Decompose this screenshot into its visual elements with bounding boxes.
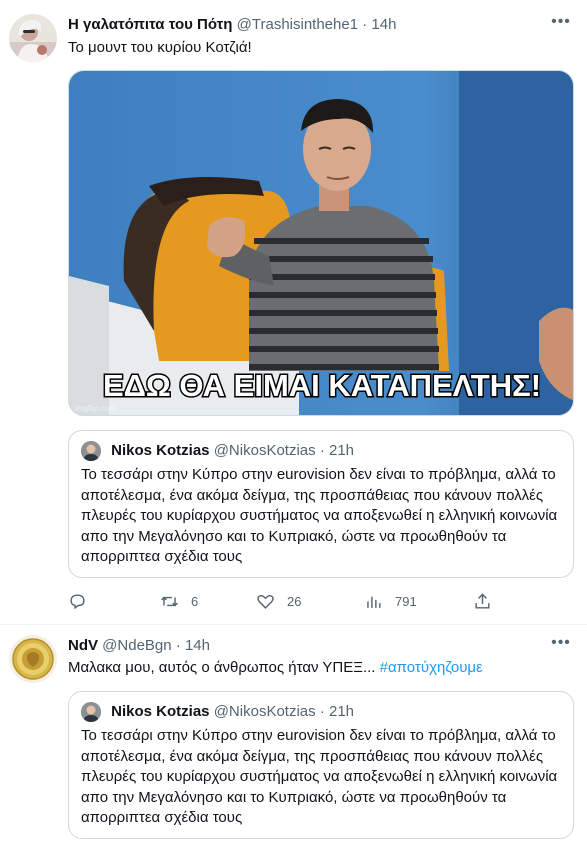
display-name[interactable]: Η γαλατόπιτα του Πότη — [68, 16, 232, 33]
quoted-tweet[interactable]: Nikos Kotzias @NikosKotzias · 21h Το τεσ… — [68, 430, 574, 578]
quoted-user-avatar — [81, 441, 101, 461]
separator-dot: · — [175, 637, 181, 654]
quoted-timestamp: 21h — [328, 442, 355, 459]
quoted-tweet[interactable]: Nikos Kotzias @NikosKotzias · 21h Το τεσ… — [68, 691, 574, 839]
tweet-header: NdV @NdeBgn · 14h — [68, 636, 210, 656]
tweet-actions: 6 26 791 — [68, 586, 518, 616]
separator-dot: · — [319, 442, 325, 459]
like-count: 26 — [287, 593, 302, 609]
timestamp[interactable]: 14h — [371, 16, 396, 33]
display-name[interactable]: NdV — [68, 637, 98, 654]
share-button[interactable] — [473, 586, 492, 616]
tweet-text: Μαλακα μου, αυτός ο άνθρωπος ήταν ΥΠΕΞ..… — [68, 658, 483, 678]
separator-dot: · — [362, 16, 368, 33]
tweet-header: Η γαλατόπιτα του Πότη @Trashisinthehe1 ·… — [68, 15, 396, 35]
tweet[interactable]: NdV @NdeBgn · 14h ••• Μαλακα μου, αυτός … — [0, 625, 587, 850]
quoted-user-avatar — [81, 702, 101, 722]
heart-icon — [257, 594, 274, 609]
more-horizontal-icon[interactable]: ••• — [551, 14, 571, 35]
quoted-display-name: Nikos Kotzias — [111, 703, 210, 720]
image-watermark: imgflip.com — [75, 404, 116, 413]
views-button[interactable]: 791 — [364, 586, 417, 616]
like-button[interactable]: 26 — [256, 586, 301, 616]
hashtag-link[interactable]: #αποτύχηζουμε — [380, 659, 483, 676]
retweet-icon — [161, 596, 178, 606]
share-icon — [475, 592, 490, 609]
quoted-display-name: Nikos Kotzias — [111, 442, 210, 459]
tweet-image[interactable]: ΕΔΩ ΘΑ ΕΙΜΑΙ ΚΑΤΑΠΕΛΤΗΣ! imgflip.com — [68, 70, 574, 416]
meme-caption: ΕΔΩ ΘΑ ΕΙΜΑΙ ΚΑΤΑΠΕΛΤΗΣ! — [103, 368, 541, 403]
tweet[interactable]: Η γαλατόπιτα του Πότη @Trashisinthehe1 ·… — [0, 0, 587, 625]
separator-dot: · — [319, 703, 325, 720]
view-count: 791 — [395, 593, 417, 609]
timestamp[interactable]: 14h — [185, 637, 210, 654]
quoted-user-handle: @NikosKotzias — [213, 703, 316, 720]
tweet-text: Το μουντ του κυρίου Κοτζιά! — [68, 39, 252, 56]
quoted-tweet-header: Nikos Kotzias @NikosKotzias · 21h — [81, 441, 354, 461]
more-horizontal-icon[interactable]: ••• — [551, 635, 571, 656]
quoted-timestamp: 21h — [328, 703, 355, 720]
user-handle[interactable]: @NdeBgn — [102, 637, 171, 654]
reply-button[interactable] — [68, 586, 99, 616]
tweet-text-body: Μαλακα μου, αυτός ο άνθρωπος ήταν ΥΠΕΞ..… — [68, 659, 376, 676]
quoted-tweet-text: Το τεσσάρι στην Κύπρο στην eurovision δε… — [81, 466, 558, 565]
quoted-user-handle: @NikosKotzias — [213, 442, 316, 459]
analytics-icon — [367, 596, 381, 608]
user-handle[interactable]: @Trashisinthehe1 — [237, 16, 358, 33]
user-avatar[interactable] — [9, 635, 57, 683]
user-avatar[interactable] — [9, 14, 57, 62]
quoted-tweet-header: Nikos Kotzias @NikosKotzias · 21h — [81, 702, 354, 722]
quoted-tweet-text: Το τεσσάρι στην Κύπρο στην eurovision δε… — [81, 727, 558, 826]
retweet-button[interactable]: 6 — [160, 586, 198, 616]
retweet-count: 6 — [191, 593, 199, 609]
reply-icon — [70, 593, 85, 609]
